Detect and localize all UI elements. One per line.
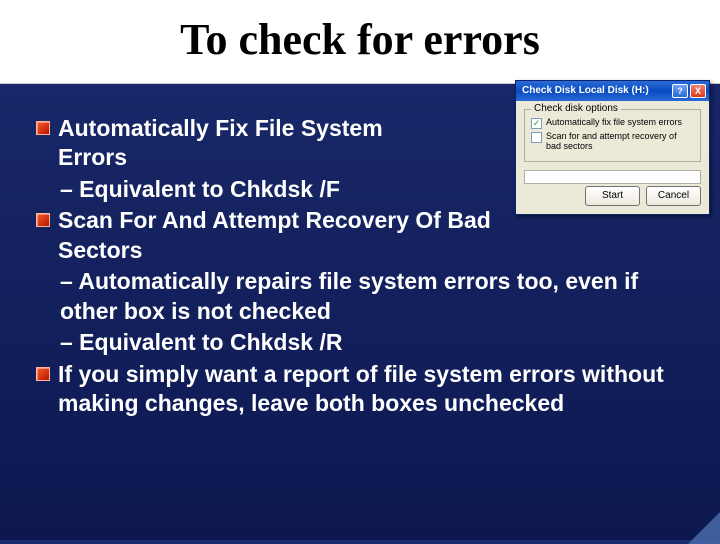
bullet-1: Automatically Fix File System Errors <box>58 114 438 173</box>
groupbox-label: Check disk options <box>531 103 621 114</box>
dialog-titlebar: Check Disk Local Disk (H:) ? X <box>516 81 709 101</box>
dialog-title: Check Disk Local Disk (H:) <box>522 81 670 101</box>
checkbox-scan-recover-label: Scan for and attempt recovery of bad sec… <box>546 132 694 152</box>
sub-2-1: – Automatically repairs file system erro… <box>36 267 684 326</box>
help-button[interactable]: ? <box>672 84 688 98</box>
bullet-icon <box>36 367 50 381</box>
corner-decoration <box>688 512 720 544</box>
bullet-icon <box>36 121 50 135</box>
bullet-icon <box>36 213 50 227</box>
options-groupbox: Check disk options ✓ Automatically fix f… <box>524 109 701 162</box>
close-button[interactable]: X <box>690 84 706 98</box>
cancel-button[interactable]: Cancel <box>646 186 701 206</box>
checkbox-autofix-label: Automatically fix file system errors <box>546 118 682 128</box>
start-button[interactable]: Start <box>585 186 640 206</box>
bullet-2: Scan For And Attempt Recovery Of Bad Sec… <box>58 206 578 265</box>
slide-title: To check for errors <box>0 0 720 84</box>
chkdsk-dialog: Check Disk Local Disk (H:) ? X Check dis… <box>515 80 710 215</box>
bullet-3: If you simply want a report of file syst… <box>58 360 684 419</box>
progress-bar <box>524 170 701 184</box>
checkbox-scan-recover[interactable] <box>531 132 542 143</box>
sub-2-2: – Equivalent to Chkdsk /R <box>36 328 684 357</box>
checkbox-autofix[interactable]: ✓ <box>531 118 542 129</box>
